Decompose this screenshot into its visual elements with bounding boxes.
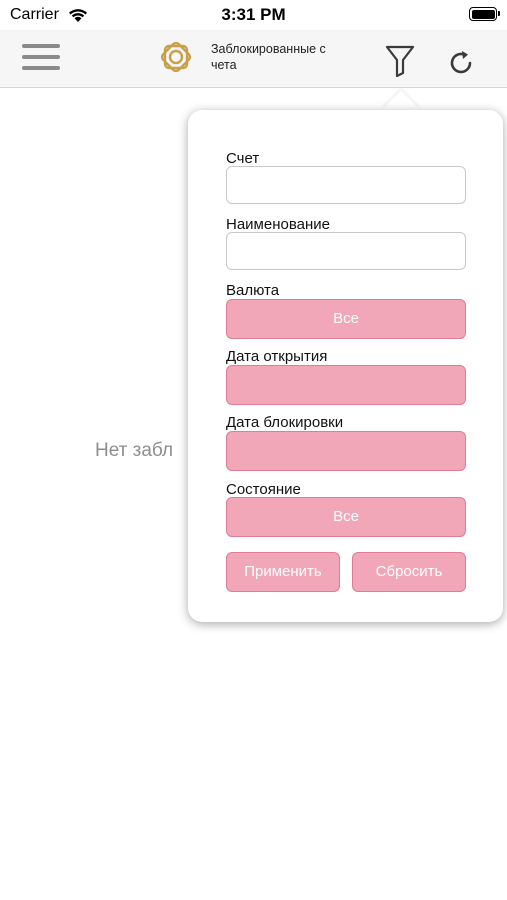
name-label: Наименование <box>226 216 330 233</box>
logo-icon <box>160 41 192 73</box>
open-date-label: Дата открытия <box>226 348 328 365</box>
refresh-icon[interactable] <box>446 48 476 78</box>
apply-button[interactable]: Применить <box>226 552 340 592</box>
menu-icon[interactable] <box>22 42 62 74</box>
status-time: 3:31 PM <box>221 5 286 24</box>
account-input[interactable] <box>226 166 466 204</box>
block-date-picker[interactable] <box>226 431 466 471</box>
page-title: Заблокированные счета <box>211 42 326 72</box>
state-label: Состояние <box>226 481 301 498</box>
navigation-bar: Заблокированные счета <box>0 30 507 88</box>
name-input[interactable] <box>226 232 466 270</box>
battery-icon <box>469 7 500 21</box>
open-date-picker[interactable] <box>226 365 466 405</box>
empty-state-text: Нет забл <box>95 440 174 461</box>
status-bar: Carrier 3:31 PM <box>0 0 507 30</box>
account-label: Счет <box>226 150 260 167</box>
state-select[interactable]: Все <box>226 497 466 537</box>
currency-label: Валюта <box>226 282 280 299</box>
block-date-label: Дата блокировки <box>226 414 344 431</box>
filter-icon[interactable] <box>384 44 416 78</box>
reset-button[interactable]: Сбросить <box>352 552 466 592</box>
currency-select[interactable]: Все <box>226 299 466 339</box>
